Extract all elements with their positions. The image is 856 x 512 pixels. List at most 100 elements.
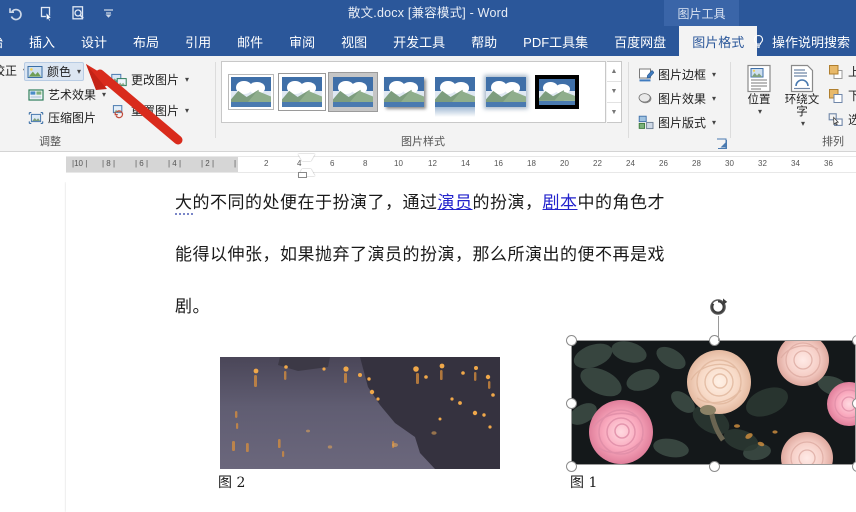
chevron-down-icon[interactable]: ▾	[102, 90, 106, 99]
wrap-text-icon	[787, 64, 817, 94]
ruler-tick-r14: 14	[461, 159, 470, 168]
paragraph-line-2: 能得以伸张，如果抛弃了演员的扮演，那么所演出的便不再是戏	[175, 245, 665, 265]
position-button[interactable]: 位置 ▾	[739, 64, 779, 118]
picture-style-4[interactable]	[431, 72, 479, 118]
chevron-down-icon[interactable]: ▾	[801, 118, 805, 130]
tab-baidu-netdisk[interactable]: 百度网盘	[601, 26, 679, 56]
artistic-effects-label: 艺术效果	[48, 88, 97, 102]
compress-picture-button[interactable]: 压缩图片	[25, 108, 99, 127]
picture-style-6[interactable]	[533, 72, 581, 112]
ruler-tick-r20: 20	[560, 159, 569, 168]
tab-mailings[interactable]: 邮件	[224, 26, 276, 56]
ruler-tick-r16: 16	[494, 159, 503, 168]
hyperlink-actor[interactable]: 演员	[438, 193, 473, 213]
chevron-down-icon[interactable]: ▾	[712, 94, 716, 103]
figure-1-image[interactable]	[571, 340, 856, 465]
ruler-tick-r28: 28	[692, 159, 701, 168]
picture-style-3[interactable]	[380, 72, 428, 112]
undo-icon[interactable]	[8, 5, 25, 22]
tab-help[interactable]: 帮助	[458, 26, 510, 56]
print-preview-icon[interactable]	[70, 5, 87, 22]
gallery-scroll-down[interactable]: ▼	[607, 82, 621, 103]
picture-border-label: 图片边框	[658, 68, 707, 82]
paragraph-line-1: 大的不同的处便在于扮演了，通过演员的扮演，剧本中的角色才	[175, 188, 665, 215]
chevron-down-icon[interactable]: ▾	[185, 106, 189, 115]
paragraph-line-3: 剧。	[175, 297, 210, 317]
picture-styles-gallery[interactable]	[221, 61, 606, 123]
document-area[interactable]: 大的不同的处便在于扮演了，通过演员的扮演，剧本中的角色才 能得以伸张，如果抛弃了…	[0, 182, 856, 512]
gallery-scroll-up[interactable]: ▲	[607, 62, 621, 83]
reset-picture-button[interactable]: 重置图片 ▾	[108, 101, 192, 120]
tab-insert[interactable]: 插入	[16, 26, 68, 56]
ribbon-group-adjust: 校正 ▾ 颜色 ▾	[0, 56, 216, 151]
horizontal-ruler[interactable]: |10 | | 8 | | 6 | | 4 | | 2 | | 2 4 6 8 …	[66, 156, 856, 173]
gallery-more[interactable]: ▼	[607, 103, 621, 122]
ribbon-tab-strip: 始 插入 设计 布局 引用 邮件 审阅 视图 开发工具 帮助 PDF工具集 百度…	[0, 26, 856, 56]
picture-style-5[interactable]	[482, 72, 530, 112]
figure-2-caption: 图 2	[218, 475, 246, 491]
text-run: 的不同的处便在于扮演了，通过	[192, 193, 438, 213]
hyperlink-script[interactable]: 剧本	[543, 193, 578, 213]
left-indent-marker[interactable]	[298, 172, 307, 178]
artistic-effects-button[interactable]: 艺术效果 ▾	[25, 85, 109, 104]
customize-qat-icon[interactable]	[101, 5, 118, 22]
group-label-picture-styles: 图片样式	[401, 136, 445, 148]
ruler-tick-l4: | 4 |	[168, 159, 182, 168]
ruler-tick-r34: 34	[791, 159, 800, 168]
wrap-text-button[interactable]: 环绕文字 ▾	[782, 64, 822, 130]
ruler-tick-r36: 36	[824, 159, 833, 168]
picture-effects-label: 图片效果	[658, 92, 707, 106]
touch-mode-icon[interactable]	[39, 5, 56, 22]
bring-forward-label: 上	[848, 65, 856, 79]
tab-developer[interactable]: 开发工具	[380, 26, 458, 56]
picture-style-2[interactable]	[328, 72, 378, 112]
change-picture-button[interactable]: 更改图片 ▾	[108, 70, 192, 89]
chevron-down-icon[interactable]: ▾	[712, 118, 716, 127]
bring-forward-icon	[828, 64, 844, 80]
picture-effects-button[interactable]: 图片效果 ▾	[635, 89, 719, 108]
picture-style-1[interactable]	[278, 72, 326, 112]
compress-picture-label: 压缩图片	[48, 111, 97, 125]
chevron-down-icon[interactable]: ▾	[758, 106, 762, 118]
chevron-down-icon[interactable]: ▾	[77, 67, 81, 76]
tab-references[interactable]: 引用	[172, 26, 224, 56]
picture-border-button[interactable]: 图片边框 ▾	[635, 65, 719, 84]
text-run: 大	[175, 193, 193, 215]
tab-layout[interactable]: 布局	[120, 26, 172, 56]
chevron-down-icon[interactable]: ▾	[185, 75, 189, 84]
send-backward-button[interactable]: 下	[825, 86, 856, 105]
tell-me-search[interactable]: 操作说明搜索	[751, 26, 850, 56]
format-picture-dialog-launcher[interactable]	[716, 137, 728, 149]
selection-pane-button[interactable]: 选	[825, 110, 856, 129]
tab-review[interactable]: 审阅	[276, 26, 328, 56]
send-backward-icon	[828, 88, 844, 104]
ruler-tick-r22: 22	[593, 159, 602, 168]
picture-style-0[interactable]	[227, 72, 275, 112]
corrections-label: 校正	[0, 64, 18, 78]
figure-1-caption: 图 1	[570, 475, 598, 491]
tab-home[interactable]: 始	[0, 26, 16, 56]
ribbon: 校正 ▾ 颜色 ▾	[0, 56, 856, 152]
tab-view[interactable]: 视图	[328, 26, 380, 56]
ruler-tick-l0: |	[234, 159, 237, 168]
chevron-down-icon[interactable]: ▾	[712, 70, 716, 79]
tab-pdf-toolkit[interactable]: PDF工具集	[510, 26, 601, 56]
send-backward-label: 下	[848, 89, 856, 103]
picture-layout-button[interactable]: 图片版式 ▾	[635, 113, 719, 132]
tab-design[interactable]: 设计	[68, 26, 120, 56]
ribbon-tabs: 始 插入 设计 布局 引用 邮件 审阅 视图 开发工具 帮助 PDF工具集 百度…	[0, 26, 758, 56]
text-run: 中的角色才	[577, 193, 665, 213]
color-label: 颜色	[47, 65, 72, 79]
bring-forward-button[interactable]: 上	[825, 62, 856, 81]
change-picture-icon	[111, 72, 127, 88]
ruler-tick-r12: 12	[428, 159, 437, 168]
figure-2-image[interactable]	[220, 357, 500, 469]
tab-picture-format[interactable]: 图片格式	[679, 26, 758, 56]
ruler-tick-l2: | 2 |	[201, 159, 215, 168]
left-gutter	[0, 182, 66, 512]
gallery-scrollbar[interactable]: ▲ ▼ ▼	[607, 61, 622, 123]
title-bar: 散文.docx [兼容模式] - Word 图片工具	[0, 0, 856, 26]
color-button[interactable]: 颜色 ▾	[24, 62, 85, 81]
ruler-area: |10 | | 8 | | 6 | | 4 | | 2 | | 2 4 6 8 …	[0, 152, 856, 182]
wrap-text-label: 环绕文字	[784, 94, 820, 118]
